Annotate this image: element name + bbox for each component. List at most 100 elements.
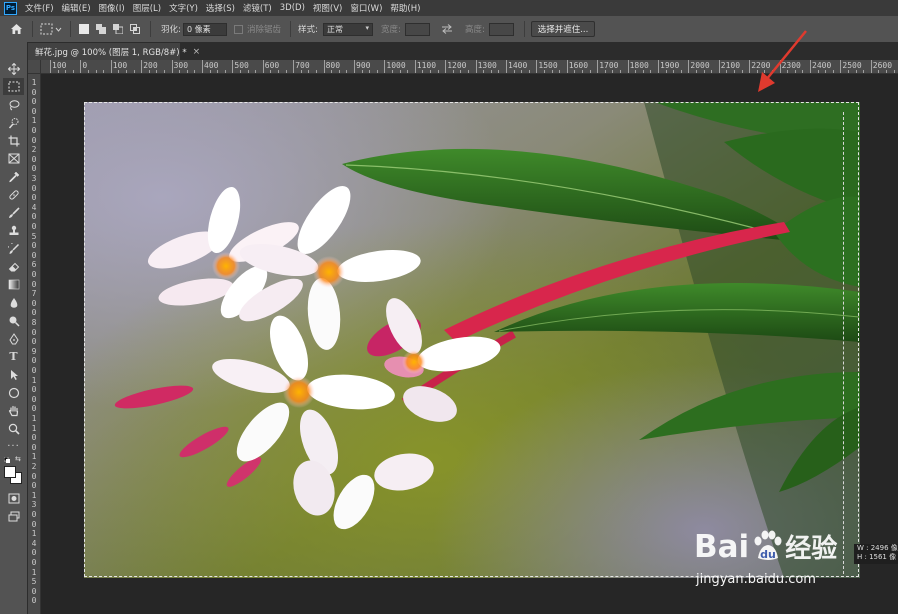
menu-image[interactable]: 图像(I)	[99, 2, 125, 14]
ruler-minor-tick	[361, 70, 363, 73]
close-icon[interactable]: ×	[193, 47, 201, 57]
ruler-vertical-digit: 0	[31, 404, 37, 414]
feather-input[interactable]: 0 像素	[183, 23, 227, 36]
lasso-tool-icon[interactable]	[3, 96, 24, 113]
ruler-tick-label: 1500	[538, 61, 558, 70]
eraser-tool-icon[interactable]	[3, 258, 24, 275]
blur-tool-icon[interactable]	[3, 294, 24, 311]
ruler-minor-tick	[255, 70, 257, 73]
subtract-from-selection-icon[interactable]	[113, 24, 124, 35]
default-colors-icon[interactable]	[3, 456, 10, 463]
ruler-vertical-digit: 0	[31, 586, 37, 596]
ruler-minor-tick	[848, 70, 849, 73]
crop-tool-icon[interactable]	[3, 132, 24, 149]
foreground-color-swatch[interactable]	[4, 466, 16, 478]
menu-help[interactable]: 帮助(H)	[390, 2, 420, 14]
frame-tool-icon[interactable]	[3, 150, 24, 167]
menu-view[interactable]: 视图(V)	[313, 2, 342, 14]
menu-3d[interactable]: 3D(D)	[280, 3, 305, 13]
ruler-vertical-digit: 3	[31, 174, 37, 183]
style-label: 样式:	[298, 25, 318, 35]
document-tab[interactable]: 鲜花.jpg @ 100% (图层 1, RGB/8#) * ×	[28, 43, 200, 60]
vertical-ruler[interactable]: 1000100200300400500600700800900100011001…	[28, 73, 41, 614]
ruler-origin[interactable]	[28, 60, 41, 74]
ruler-tick	[870, 60, 872, 73]
ruler-minor-tick	[635, 70, 637, 73]
menu-file[interactable]: 文件(F)	[25, 2, 54, 14]
ruler-tick-label: 300	[173, 61, 189, 70]
move-tool-icon[interactable]	[3, 60, 24, 77]
clone-stamp-tool-icon[interactable]	[3, 222, 24, 239]
antialias-checkbox[interactable]: 消除锯齿	[234, 16, 281, 42]
selection-marquee[interactable]	[84, 102, 859, 577]
separator	[290, 21, 291, 37]
healing-brush-tool-icon[interactable]	[3, 186, 24, 203]
home-icon[interactable]	[10, 16, 23, 42]
menu-select[interactable]: 选择(S)	[206, 2, 235, 14]
new-selection-icon[interactable]	[79, 24, 89, 34]
dodge-tool-icon[interactable]	[3, 312, 24, 329]
brush-tool-icon[interactable]	[3, 204, 24, 221]
more-tools-icon[interactable]: ···	[3, 438, 24, 455]
watermark-brand2: du	[760, 548, 776, 561]
ruler-vertical-digit: 6	[31, 260, 37, 270]
screen-mode-icon[interactable]	[3, 508, 24, 525]
rect-marquee-tool-icon[interactable]	[3, 78, 24, 95]
ruler-vertical-digit: 5	[31, 577, 37, 587]
ruler-vertical-digit: 0	[31, 106, 37, 116]
ruler-minor-tick	[665, 70, 667, 73]
ruler-vertical-digit: 0	[31, 558, 37, 567]
ruler-vertical-digit: 1	[31, 490, 37, 500]
intersect-selection-icon[interactable]	[130, 24, 140, 34]
history-brush-tool-icon[interactable]	[3, 240, 24, 257]
ruler-tick-label: 1100	[416, 61, 437, 70]
swap-colors-icon[interactable]: ⇆	[15, 455, 23, 463]
ruler-minor-tick	[331, 70, 333, 73]
path-selection-tool-icon[interactable]	[3, 366, 24, 383]
menu-filter[interactable]: 滤镜(T)	[243, 2, 272, 14]
ruler-vertical-digit: 0	[31, 135, 37, 145]
ruler-tick	[445, 60, 447, 73]
menu-edit[interactable]: 编辑(E)	[62, 2, 91, 14]
ruler-tick	[262, 60, 264, 73]
ruler-minor-tick	[832, 70, 834, 73]
ruler-tick-label: 1600	[568, 61, 589, 70]
chevron-down-icon: ▾	[365, 24, 369, 32]
height-input[interactable]	[489, 23, 514, 36]
ruler-tick-label: 2400	[812, 61, 832, 70]
ruler-minor-tick	[574, 70, 576, 73]
quick-mask-icon[interactable]	[3, 490, 24, 507]
ruler-vertical-digit: 1	[31, 414, 37, 423]
quick-select-tool-icon[interactable]	[3, 114, 24, 131]
width-input[interactable]	[405, 23, 430, 36]
ruler-vertical-digit: 0	[31, 510, 37, 519]
ruler-minor-tick	[126, 70, 127, 73]
gradient-tool-icon[interactable]	[3, 276, 24, 293]
type-tool-icon[interactable]: T	[3, 348, 24, 365]
menu-type[interactable]: 文字(Y)	[169, 2, 198, 14]
hand-tool-icon[interactable]	[3, 402, 24, 419]
ruler-minor-tick	[551, 70, 553, 73]
menu-bar: Ps 文件(F) 编辑(E) 图像(I) 图层(L) 文字(Y) 选择(S) 滤…	[0, 0, 898, 16]
rect-marquee-preset-icon[interactable]	[40, 16, 62, 42]
ruler-vertical-digit: 0	[31, 270, 37, 279]
ruler-minor-tick	[407, 70, 409, 73]
ruler-tick	[110, 60, 112, 73]
ellipse-tool-icon[interactable]	[3, 384, 24, 401]
ruler-tick-label: 700	[295, 61, 310, 70]
ruler-minor-tick	[893, 70, 895, 73]
menu-layer[interactable]: 图层(L)	[133, 2, 161, 14]
style-select[interactable]: 正常 ▾	[323, 23, 373, 36]
add-to-selection-icon[interactable]	[96, 24, 106, 34]
select-and-mask-button[interactable]: 选择并遮住...	[531, 21, 595, 37]
pen-tool-icon[interactable]	[3, 330, 24, 347]
zoom-tool-icon[interactable]	[3, 420, 24, 437]
ruler-tick	[597, 60, 599, 73]
ruler-minor-tick	[194, 70, 196, 73]
ruler-vertical-digit: 0	[31, 471, 37, 481]
swap-width-height-icon[interactable]	[441, 16, 453, 42]
eyedropper-tool-icon[interactable]	[3, 168, 24, 185]
ruler-minor-tick	[680, 70, 682, 73]
ruler-tick-label: 400	[204, 61, 219, 70]
menu-window[interactable]: 窗口(W)	[350, 2, 382, 14]
